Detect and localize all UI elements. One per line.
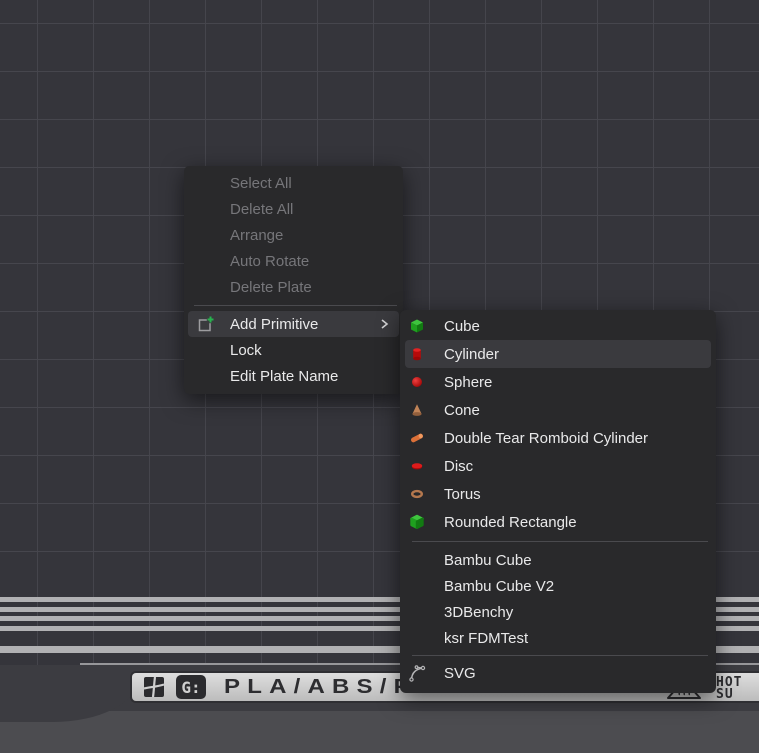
- menu-item-arrange: Arrange: [184, 222, 403, 248]
- add-primitive-icon: [196, 314, 216, 334]
- submenu-item-3dbenchy[interactable]: 3DBenchy: [400, 599, 716, 625]
- menu-item-select-all: Select All: [184, 170, 403, 196]
- disc-icon: [408, 457, 426, 475]
- plate-g-logo: G:: [176, 675, 206, 699]
- bambu-lab-logo: [141, 674, 167, 700]
- submenu-item-cylinder[interactable]: Cylinder: [405, 340, 711, 368]
- cone-icon: [408, 401, 426, 419]
- submenu-item-sphere[interactable]: Sphere: [400, 368, 716, 396]
- plate-context-menu: Select All Delete All Arrange Auto Rotat…: [184, 166, 403, 394]
- menu-item-add-primitive[interactable]: Add Primitive: [188, 311, 399, 337]
- romboid-cylinder-icon: [408, 429, 426, 447]
- chevron-right-icon: [377, 317, 391, 331]
- menu-item-delete-plate: Delete Plate: [184, 274, 403, 300]
- sphere-icon: [408, 373, 426, 391]
- menu-separator: [194, 305, 397, 306]
- submenu-separator: [412, 541, 708, 542]
- submenu-separator: [412, 655, 708, 656]
- slicer-3d-viewport[interactable]: G: PLA/ABS/PETG HOT SU Select All Delete…: [0, 0, 759, 753]
- rounded-rectangle-icon: [408, 513, 426, 531]
- submenu-item-ksr-fdmtest[interactable]: ksr FDMTest: [400, 625, 716, 651]
- bezier-curve-icon: [408, 663, 428, 683]
- torus-icon: [408, 485, 426, 503]
- heatbed-front-face: [0, 711, 759, 753]
- cylinder-icon: [408, 345, 426, 363]
- hot-surface-text: HOT SU: [716, 677, 742, 701]
- submenu-item-bambu-cube[interactable]: Bambu Cube: [400, 547, 716, 573]
- submenu-item-rounded-rectangle[interactable]: Rounded Rectangle: [400, 508, 716, 536]
- menu-item-edit-plate-name[interactable]: Edit Plate Name: [184, 363, 403, 389]
- cube-icon: [408, 317, 426, 335]
- submenu-item-torus[interactable]: Torus: [400, 480, 716, 508]
- submenu-item-cone[interactable]: Cone: [400, 396, 716, 424]
- submenu-item-bambu-cube-v2[interactable]: Bambu Cube V2: [400, 573, 716, 599]
- menu-item-delete-all: Delete All: [184, 196, 403, 222]
- menu-item-auto-rotate: Auto Rotate: [184, 248, 403, 274]
- submenu-item-disc[interactable]: Disc: [400, 452, 716, 480]
- submenu-item-cube[interactable]: Cube: [400, 312, 716, 340]
- add-primitive-submenu: Cube Cylinder Sphere: [400, 310, 716, 693]
- menu-item-lock[interactable]: Lock: [184, 337, 403, 363]
- submenu-item-double-tear-romboid-cylinder[interactable]: Double Tear Romboid Cylinder: [400, 424, 716, 452]
- submenu-item-svg[interactable]: SVG: [400, 660, 716, 686]
